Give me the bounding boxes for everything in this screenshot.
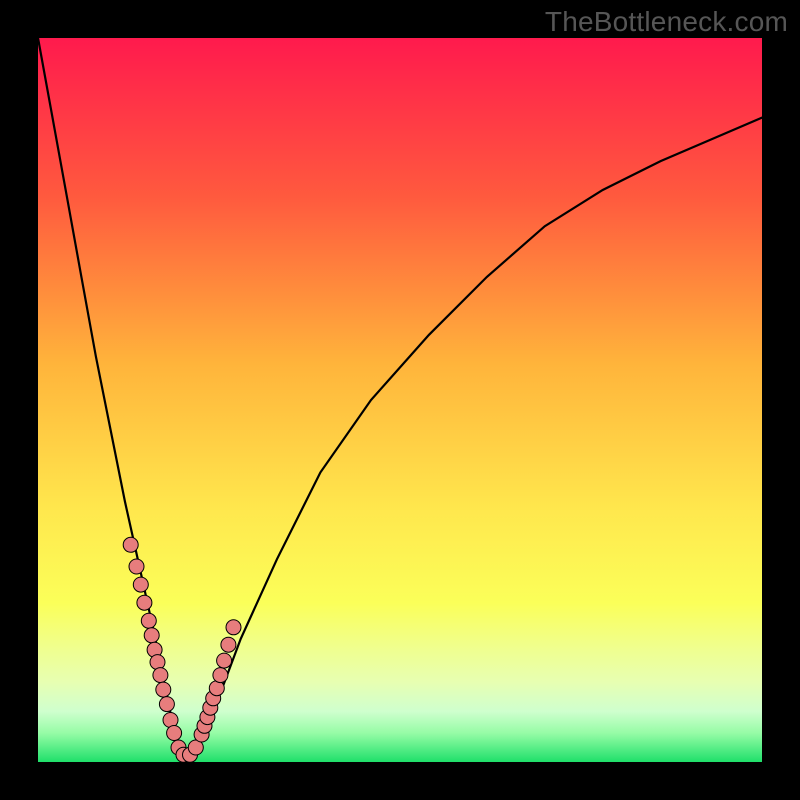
cluster-point <box>129 559 144 574</box>
cluster-point <box>167 726 182 741</box>
cluster-point <box>159 697 174 712</box>
cluster-point <box>137 595 152 610</box>
cluster-point <box>141 613 156 628</box>
cluster-point <box>123 537 138 552</box>
chart-frame: TheBottleneck.com <box>0 0 800 800</box>
curve-layer <box>38 38 762 762</box>
cluster-point <box>144 628 159 643</box>
marker-group <box>123 537 241 762</box>
cluster-point <box>209 681 224 696</box>
cluster-point <box>156 682 171 697</box>
cluster-point <box>213 668 228 683</box>
cluster-point <box>153 668 168 683</box>
cluster-point <box>221 637 236 652</box>
cluster-point <box>150 655 165 670</box>
cluster-point <box>133 577 148 592</box>
watermark-text: TheBottleneck.com <box>545 6 788 38</box>
cluster-point <box>217 653 232 668</box>
bottleneck-curve <box>38 38 762 755</box>
cluster-point <box>226 620 241 635</box>
